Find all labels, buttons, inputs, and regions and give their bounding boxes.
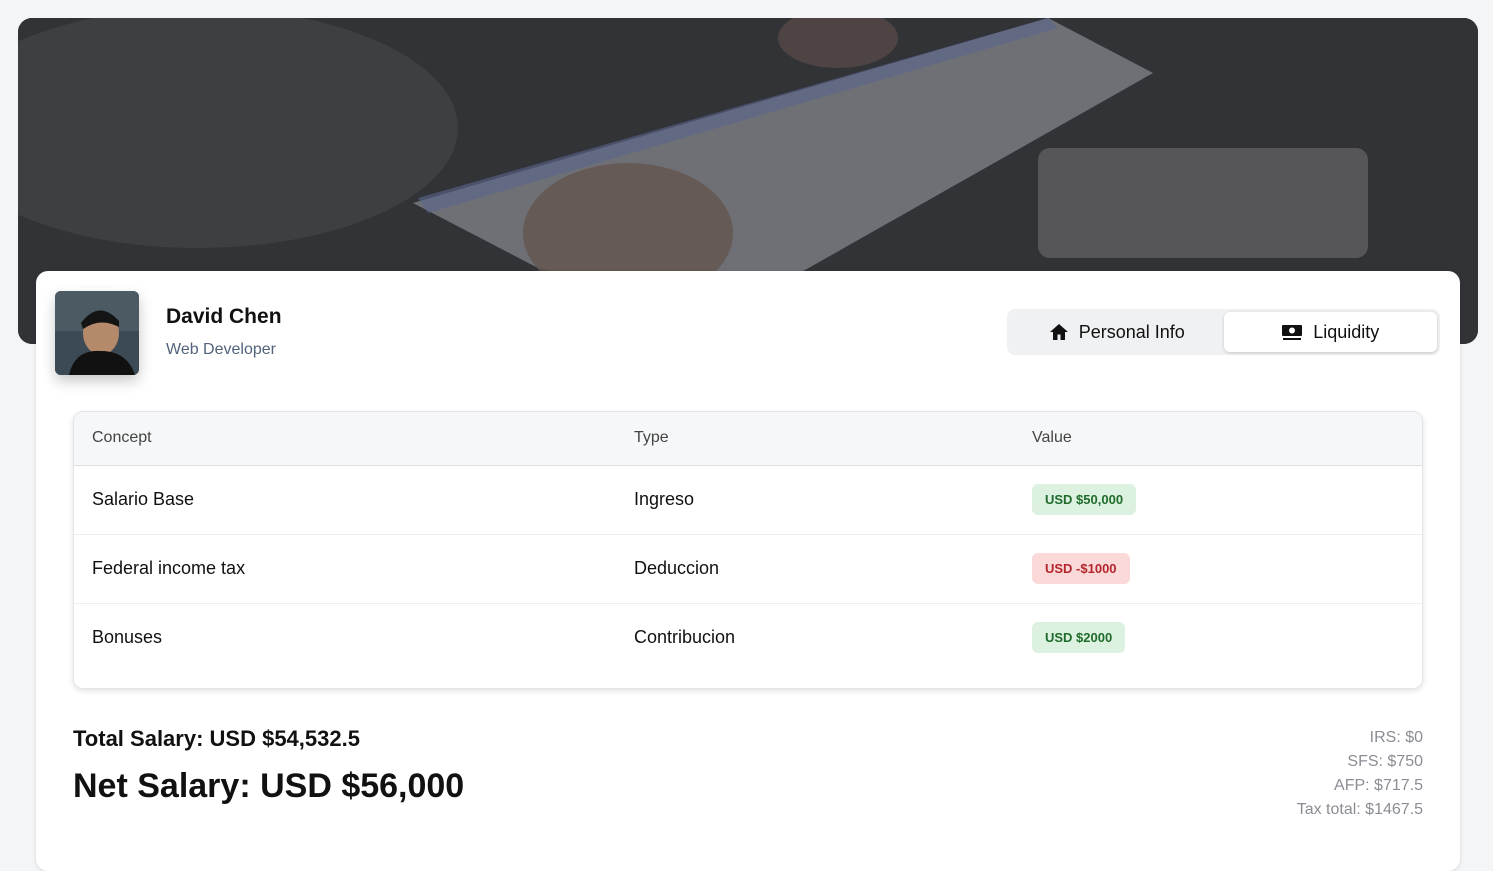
type-cell: Ingreso [634,489,695,509]
net-salary: Net Salary: USD $56,000 [73,767,465,805]
concept-cell: Federal income tax [92,558,246,578]
home-icon [1049,322,1069,342]
tab-bar: Personal Info Liquidity [1007,309,1440,355]
tax-afp: AFP: $717.5 [1334,777,1423,794]
tab-personal-info[interactable]: Personal Info [1010,312,1224,352]
avatar [55,291,139,375]
value-badge: USD $2000 [1032,622,1126,654]
total-salary: Total Salary: USD $54,532.5 [73,726,360,751]
liquidity-table: Concept Type Value Salario Base Ingreso … [73,411,1423,689]
value-cell: USD -$1000 [1014,534,1422,603]
type-cell: Deduccion [634,558,720,578]
money-icon [1281,323,1303,341]
table-row: Bonuses Contribucion USD $2000 [74,603,1422,672]
table-row: Federal income tax Deduccion USD -$1000 [74,534,1422,603]
column-header-type: Type [634,429,669,447]
employee-role: Web Developer [166,341,276,358]
column-header-value: Value [1032,429,1072,447]
table-row: Salario Base Ingreso USD $50,000 [74,465,1422,534]
tab-personal-info-label: Personal Info [1078,321,1185,342]
tax-irs: IRS: $0 [1369,729,1423,746]
avatar-photo [55,291,139,375]
value-cell: USD $2000 [1014,603,1422,672]
employee-name: David Chen [166,305,282,328]
column-header-concept: Concept [92,429,152,447]
value-cell: USD $50,000 [1014,465,1422,534]
concept-cell: Bonuses [92,627,163,648]
tax-breakdown: IRS: $0 SFS: $750 AFP: $717.5 Tax total:… [1297,726,1423,822]
type-cell: Contribucion [634,627,736,648]
value-badge: USD -$1000 [1032,553,1130,584]
concept-cell: Salario Base [92,489,195,509]
tab-liquidity-label: Liquidity [1313,321,1380,342]
table-header-row: Concept Type Value [74,412,1422,465]
value-badge: USD $50,000 [1032,484,1137,515]
tab-liquidity[interactable]: Liquidity [1223,312,1437,352]
tax-sfs: SFS: $750 [1347,753,1423,770]
tax-total: Tax total: $1467.5 [1296,801,1423,818]
employee-card: David Chen Web Developer Personal Info L… [36,271,1460,871]
